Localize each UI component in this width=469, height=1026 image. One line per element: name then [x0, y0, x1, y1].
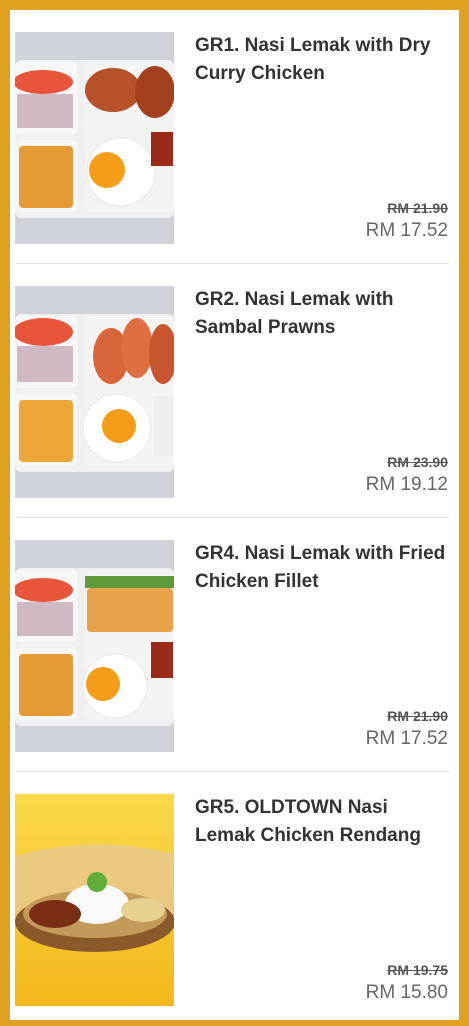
menu-list: GR1. Nasi Lemak with Dry Curry Chicken R…	[10, 10, 459, 1020]
menu-item-gr5[interactable]: GR5. OLDTOWN Nasi Lemak Chicken Rendang …	[10, 772, 459, 1026]
item-title: GR4. Nasi Lemak with Fried Chicken Fille…	[195, 543, 446, 592]
discounted-price: RM 19.12	[365, 474, 448, 495]
original-price: RM 21.90	[387, 708, 448, 724]
item-title: GR2. Nasi Lemak with Sambal Prawns	[195, 289, 394, 338]
food-image	[15, 540, 174, 752]
menu-item-gr1[interactable]: GR1. Nasi Lemak with Dry Curry Chicken R…	[10, 10, 459, 264]
discounted-price: RM 15.80	[365, 982, 448, 1003]
discounted-price: RM 17.52	[365, 728, 448, 749]
item-title: GR1. Nasi Lemak with Dry Curry Chicken	[195, 35, 431, 84]
food-image	[15, 794, 174, 1006]
food-image	[15, 32, 174, 244]
item-title: GR5. OLDTOWN Nasi Lemak Chicken Rendang	[195, 797, 421, 846]
original-price: RM 23.90	[387, 454, 448, 470]
discounted-price: RM 17.52	[365, 220, 448, 241]
menu-item-gr2[interactable]: GR2. Nasi Lemak with Sambal Prawns RM 23…	[10, 264, 459, 518]
menu-item-gr4[interactable]: GR4. Nasi Lemak with Fried Chicken Fille…	[10, 518, 459, 772]
food-image	[15, 286, 174, 498]
original-price: RM 19.75	[387, 962, 448, 978]
original-price: RM 21.90	[387, 200, 448, 216]
